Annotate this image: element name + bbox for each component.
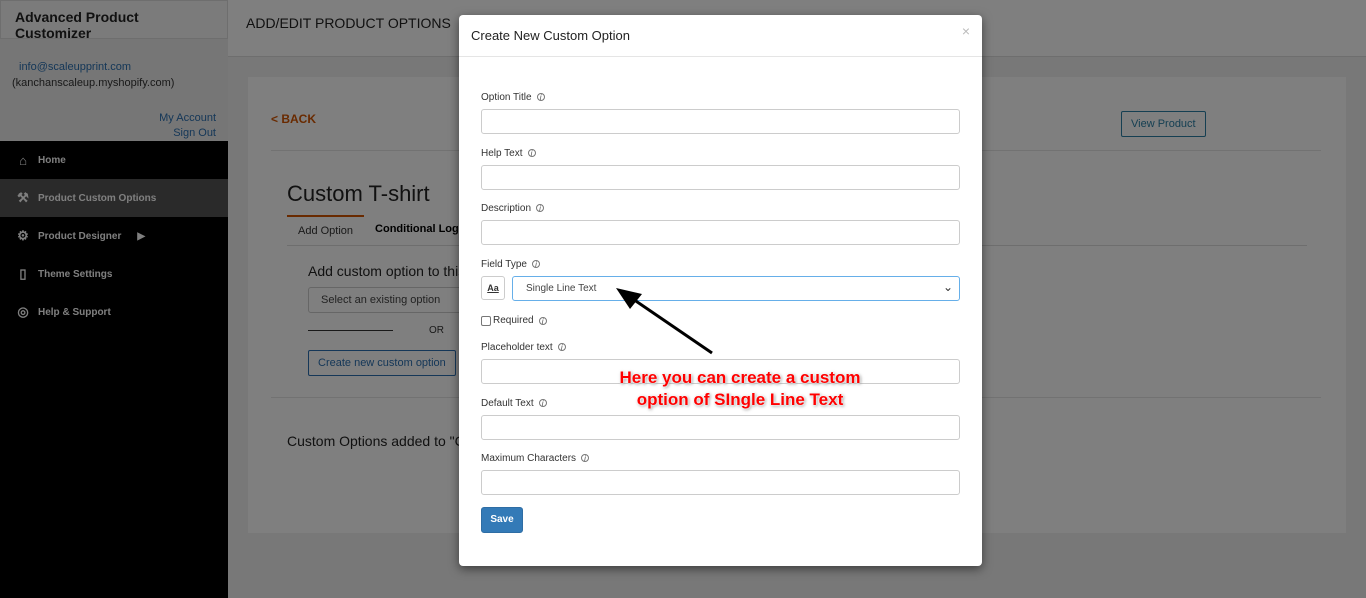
arrow-head	[616, 288, 642, 309]
arrow-line	[629, 295, 713, 355]
annotation-text: Here you can create a custom option of S…	[619, 368, 861, 409]
annotation-arrow	[616, 288, 713, 355]
